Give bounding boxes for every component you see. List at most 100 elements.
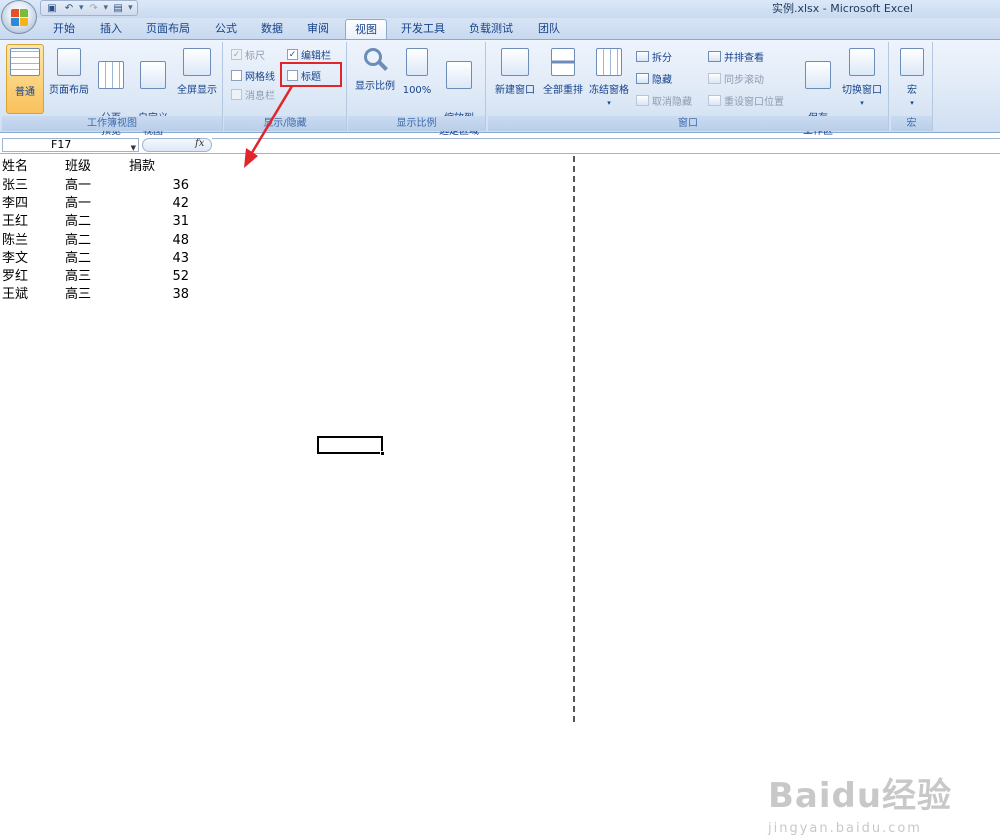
zoom-100-icon xyxy=(406,48,428,76)
cell-name[interactable]: 王斌 xyxy=(2,286,28,304)
page-break-preview-button[interactable]: 分页 预览 xyxy=(94,44,128,151)
formula-bar-checkbox[interactable]: ✓ 编辑栏 xyxy=(287,46,331,63)
tab-load-test[interactable]: 负载测试 xyxy=(462,19,520,39)
office-button[interactable] xyxy=(1,0,37,34)
cell-class[interactable]: 高二 xyxy=(65,213,91,231)
cell-class[interactable]: 高三 xyxy=(65,268,91,286)
cell-name[interactable]: 王红 xyxy=(2,213,28,231)
sync-scroll-icon xyxy=(708,73,721,84)
zoom-to-selection-button[interactable]: 缩放到 选定区域 xyxy=(434,44,484,151)
freeze-panes-icon xyxy=(596,48,622,76)
arrange-all-button[interactable]: 全部重排 xyxy=(540,44,586,97)
page-layout-view-button[interactable]: 页面布局 xyxy=(46,44,92,97)
cell-class[interactable]: 高二 xyxy=(65,250,91,268)
macros-button[interactable]: 宏 ▾ xyxy=(895,44,929,110)
redo-icon[interactable]: ↷ xyxy=(87,2,101,14)
hide-icon xyxy=(636,73,649,84)
full-screen-label: 全屏显示 xyxy=(177,85,217,96)
tab-insert[interactable]: 插入 xyxy=(91,19,131,39)
header-class[interactable]: 班级 xyxy=(65,158,91,176)
cell-amount[interactable]: 43 xyxy=(149,250,189,268)
tab-team[interactable]: 团队 xyxy=(529,19,569,39)
group-label-macros: 宏 xyxy=(891,116,932,131)
ruler-label: 标尺 xyxy=(245,51,265,62)
cell-amount[interactable]: 48 xyxy=(149,232,189,250)
freeze-panes-button[interactable]: 冻结窗格 ▾ xyxy=(586,44,632,110)
cell-amount[interactable]: 36 xyxy=(149,177,189,195)
unhide-icon xyxy=(636,95,649,106)
page-break-line xyxy=(573,156,575,722)
form-icon[interactable]: ▤ xyxy=(111,2,125,14)
save-icon[interactable]: ▣ xyxy=(45,2,59,14)
tab-home[interactable]: 开始 xyxy=(44,19,84,39)
cell-amount[interactable]: 31 xyxy=(149,213,189,231)
fill-handle[interactable] xyxy=(380,451,385,456)
ribbon-tabs: 开始 插入 页面布局 公式 数据 审阅 视图 开发工具 负载测试 团队 xyxy=(0,18,1000,39)
header-name[interactable]: 姓名 xyxy=(2,158,28,176)
name-box[interactable]: F17 ▼ xyxy=(2,138,139,152)
new-window-button[interactable]: 新建窗口 xyxy=(490,44,540,97)
cell-class[interactable]: 高二 xyxy=(65,232,91,250)
tab-page-layout[interactable]: 页面布局 xyxy=(140,19,196,39)
side-by-side-label: 并排查看 xyxy=(724,53,764,64)
cell-name[interactable]: 李文 xyxy=(2,250,28,268)
switch-windows-label: 切换窗口 xyxy=(842,85,882,96)
cell-amount[interactable]: 38 xyxy=(149,286,189,304)
ribbon: 普通 页面布局 分页 预览 自定义 视图 全屏显示 工作簿视图 ✓ 标尺 ✓ 编… xyxy=(0,39,1000,137)
zoom-button[interactable]: 显示比例 xyxy=(352,44,398,93)
tab-developer[interactable]: 开发工具 xyxy=(394,19,452,39)
side-by-side-button[interactable]: 并排查看 xyxy=(708,48,764,65)
magnifier-icon xyxy=(360,46,390,76)
insert-function-icon[interactable]: fx xyxy=(195,138,204,149)
cell-amount[interactable]: 52 xyxy=(149,268,189,286)
cell-class[interactable]: 高三 xyxy=(65,286,91,304)
cell-name[interactable]: 陈兰 xyxy=(2,232,28,250)
cell-class[interactable]: 高一 xyxy=(65,195,91,213)
switch-windows-button[interactable]: 切换窗口 ▾ xyxy=(838,44,886,110)
cell-name[interactable]: 张三 xyxy=(2,177,28,195)
ruler-checkbox: ✓ 标尺 xyxy=(231,46,265,63)
group-window: 新建窗口 全部重排 冻结窗格 ▾ 拆分 隐藏 取消隐藏 并排查看 同步滚动 重设… xyxy=(488,42,889,137)
page-layout-icon xyxy=(57,48,81,76)
sync-scroll-label: 同步滚动 xyxy=(724,75,764,86)
gridlines-label: 网格线 xyxy=(245,72,275,83)
gridlines-checkbox[interactable]: 网格线 xyxy=(231,67,275,84)
normal-view-button[interactable]: 普通 xyxy=(6,44,44,114)
tab-review[interactable]: 审阅 xyxy=(298,19,338,39)
cell-name[interactable]: 李四 xyxy=(2,195,28,213)
unhide-button: 取消隐藏 xyxy=(636,92,692,109)
reset-position-icon xyxy=(708,95,721,106)
worksheet[interactable]: 姓名 班级 捐款 张三 高一 36 李四 高一 42 王红 高二 31 陈兰 高… xyxy=(0,156,1000,836)
custom-views-button[interactable]: 自定义 视图 xyxy=(134,44,172,151)
tab-formulas[interactable]: 公式 xyxy=(206,19,246,39)
new-window-label: 新建窗口 xyxy=(495,85,535,96)
normal-view-icon xyxy=(10,48,40,76)
switch-dropdown-icon: ▾ xyxy=(860,99,864,107)
save-workspace-icon xyxy=(805,61,831,89)
name-box-value: F17 xyxy=(51,138,72,151)
hide-label: 隐藏 xyxy=(652,75,672,86)
undo-dropdown-icon[interactable]: ▾ xyxy=(79,3,84,13)
zoom-selection-icon xyxy=(446,61,472,89)
customize-qat-icon[interactable]: ▾ xyxy=(128,3,133,13)
zoom-100-button[interactable]: 100% xyxy=(400,44,434,97)
header-amount[interactable]: 捐款 xyxy=(129,158,155,176)
save-workspace-button[interactable]: 保存 工作区 xyxy=(798,44,838,151)
undo-icon[interactable]: ↶ xyxy=(62,2,76,14)
cell-name[interactable]: 罗红 xyxy=(2,268,28,286)
active-cell-f17[interactable] xyxy=(317,436,383,454)
full-screen-button[interactable]: 全屏显示 xyxy=(174,44,220,97)
switch-windows-icon xyxy=(849,48,875,76)
cell-amount[interactable]: 42 xyxy=(149,195,189,213)
group-workbook-views: 普通 页面布局 分页 预览 自定义 视图 全屏显示 工作簿视图 xyxy=(2,42,223,137)
name-box-dropdown-icon[interactable]: ▼ xyxy=(131,142,136,154)
sync-scroll-button: 同步滚动 xyxy=(708,70,764,87)
tab-data[interactable]: 数据 xyxy=(252,19,292,39)
formula-input[interactable] xyxy=(212,138,1000,152)
tab-view[interactable]: 视图 xyxy=(345,19,387,39)
redo-dropdown-icon[interactable]: ▾ xyxy=(104,3,109,13)
arrange-all-icon xyxy=(551,48,575,76)
hide-button[interactable]: 隐藏 xyxy=(636,70,672,87)
cell-class[interactable]: 高一 xyxy=(65,177,91,195)
split-button[interactable]: 拆分 xyxy=(636,48,672,65)
